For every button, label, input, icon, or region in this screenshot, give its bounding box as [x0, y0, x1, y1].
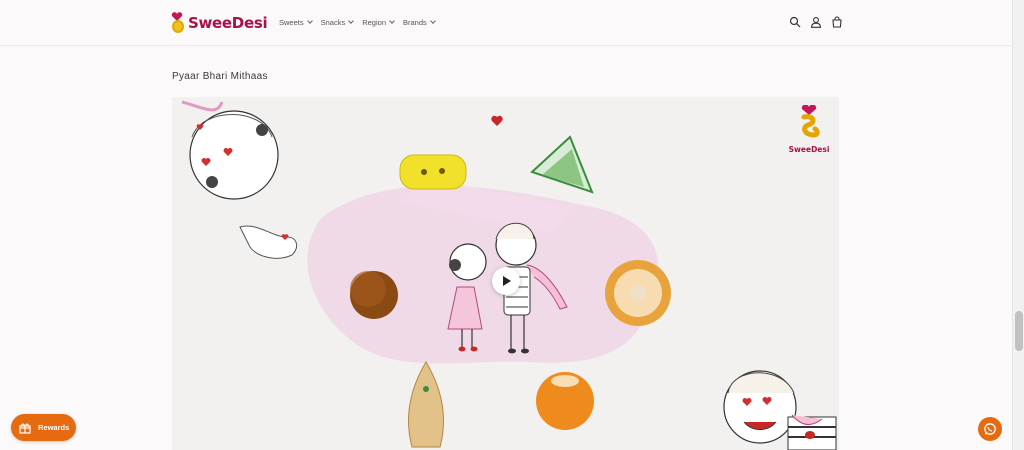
- logo-text: SweeDesi: [188, 14, 268, 32]
- whatsapp-button[interactable]: [978, 417, 1002, 441]
- account-icon[interactable]: [810, 16, 822, 28]
- search-icon[interactable]: [789, 16, 801, 28]
- cart-icon[interactable]: [831, 16, 843, 28]
- site-logo[interactable]: SweeDesi: [171, 12, 268, 34]
- nav-item-brands[interactable]: Brands: [403, 18, 436, 27]
- main-nav: Sweets Snacks Region Brands: [279, 18, 436, 27]
- sweedesi-mark-icon: [801, 104, 820, 138]
- chevron-down-icon: [348, 18, 355, 24]
- header-actions: [789, 16, 843, 28]
- video-player[interactable]: SweeDesi: [172, 97, 839, 450]
- play-button[interactable]: [492, 267, 520, 295]
- chevron-down-icon: [306, 18, 313, 24]
- rewards-label: Rewards: [38, 423, 70, 432]
- gift-icon: [19, 423, 31, 434]
- logo-mark-icon: [171, 12, 185, 34]
- boy-doodle-bottomright: [723, 370, 837, 450]
- page-scrollbar[interactable]: [1012, 0, 1024, 450]
- nav-label: Region: [362, 18, 386, 27]
- nav-item-snacks[interactable]: Snacks: [320, 18, 355, 27]
- whatsapp-icon: [984, 423, 996, 435]
- chevron-down-icon: [389, 18, 395, 24]
- scrollbar-thumb[interactable]: [1015, 311, 1023, 351]
- video-watermark-logo: SweeDesi: [784, 104, 834, 154]
- chevron-down-icon: [429, 18, 436, 24]
- girl-doodle-topleft: [181, 100, 279, 200]
- nav-label: Brands: [403, 18, 427, 27]
- nav-label: Snacks: [320, 18, 346, 27]
- nav-label: Sweets: [279, 18, 304, 27]
- watermark-text: SweeDesi: [788, 145, 830, 154]
- nav-item-region[interactable]: Region: [362, 18, 395, 27]
- site-header: SweeDesi Sweets Snacks Region Brands: [0, 0, 1012, 46]
- rewards-button[interactable]: Rewards: [11, 414, 76, 441]
- nav-item-sweets[interactable]: Sweets: [279, 18, 313, 27]
- section-title: Pyaar Bhari Mithaas: [172, 71, 268, 82]
